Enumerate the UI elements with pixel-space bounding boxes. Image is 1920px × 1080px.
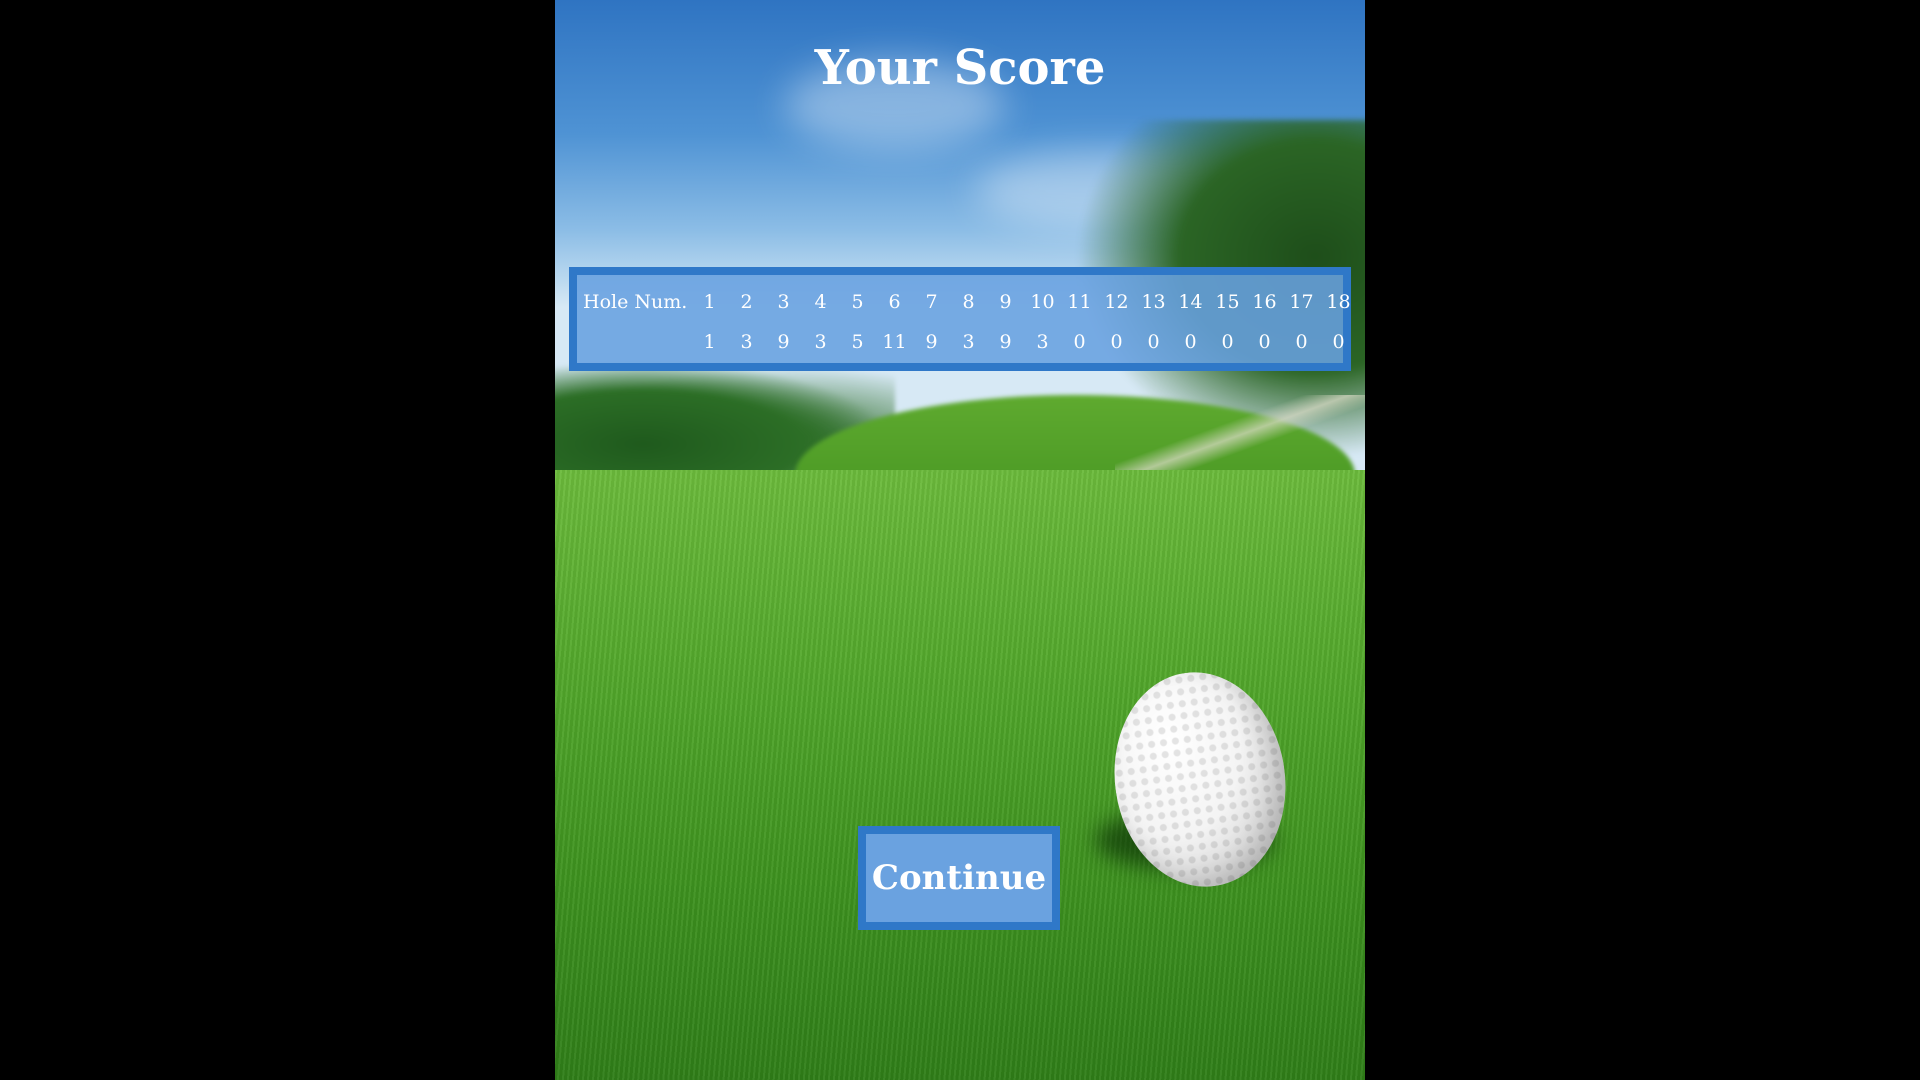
hole-score-cell: 3 — [962, 331, 975, 353]
hole-number-cell: 11 — [1067, 291, 1092, 313]
hole-number-cell: 14 — [1178, 291, 1203, 313]
game-screen: Your Score Hole Num. 1 2 3 4 5 6 7 8 9 10 11 12 13 14… — [555, 0, 1365, 1080]
hole-score-cell: 3 — [814, 331, 827, 353]
hole-number-cell: 17 — [1289, 291, 1314, 313]
hole-score-cell: 9 — [777, 331, 790, 353]
hole-score-cell: 9 — [925, 331, 938, 353]
hole-number-row: Hole Num. 1 2 3 4 5 6 7 8 9 10 11 12 13 14 15 16 17 18 — [577, 285, 1357, 319]
hole-score-cell: 0 — [1258, 331, 1271, 353]
hole-score-cell: 9 — [999, 331, 1012, 353]
scorecard-panel: Hole Num. 1 2 3 4 5 6 7 8 9 10 11 12 13 14 15 16 17 18 13… — [569, 267, 1351, 371]
hole-score-cell: 0 — [1332, 331, 1345, 353]
hole-score-cell: 3 — [1036, 331, 1049, 353]
hole-number-cell: 9 — [999, 291, 1012, 313]
hole-number-cell: 4 — [814, 291, 827, 313]
hole-number-cell: 13 — [1141, 291, 1166, 313]
hole-number-cell: 2 — [740, 291, 753, 313]
hole-number-cell: 10 — [1030, 291, 1055, 313]
hole-number-cell: 6 — [888, 291, 901, 313]
hole-number-cell: 8 — [962, 291, 975, 313]
hole-score-cell: 3 — [740, 331, 753, 353]
continue-button[interactable]: Continue — [858, 826, 1060, 930]
hole-number-label: Hole Num. — [583, 291, 688, 313]
hole-score-cell: 5 — [851, 331, 864, 353]
hole-number-cell: 12 — [1104, 291, 1129, 313]
hole-number-cell: 5 — [851, 291, 864, 313]
page-title: Your Score — [814, 40, 1106, 96]
hole-number-cell: 16 — [1252, 291, 1277, 313]
hole-score-cell: 0 — [1295, 331, 1308, 353]
hole-number-cell: 7 — [925, 291, 938, 313]
hole-score-cell: 0 — [1184, 331, 1197, 353]
hole-score-cell: 1 — [703, 331, 716, 353]
hole-number-cell: 1 — [703, 291, 716, 313]
hole-score-cell: 0 — [1110, 331, 1123, 353]
hole-score-cell: 0 — [1073, 331, 1086, 353]
hole-score-cell: 0 — [1147, 331, 1160, 353]
hole-number-cell: 3 — [777, 291, 790, 313]
hole-score-cell: 11 — [882, 331, 907, 353]
hole-number-cell: 15 — [1215, 291, 1240, 313]
hole-number-cell: 18 — [1326, 291, 1351, 313]
hole-score-cell: 0 — [1221, 331, 1234, 353]
cart-path — [1115, 395, 1365, 475]
score-row: 1 3 9 3 5 11 9 3 9 3 0 0 0 0 0 0 0 0 — [577, 325, 1357, 359]
